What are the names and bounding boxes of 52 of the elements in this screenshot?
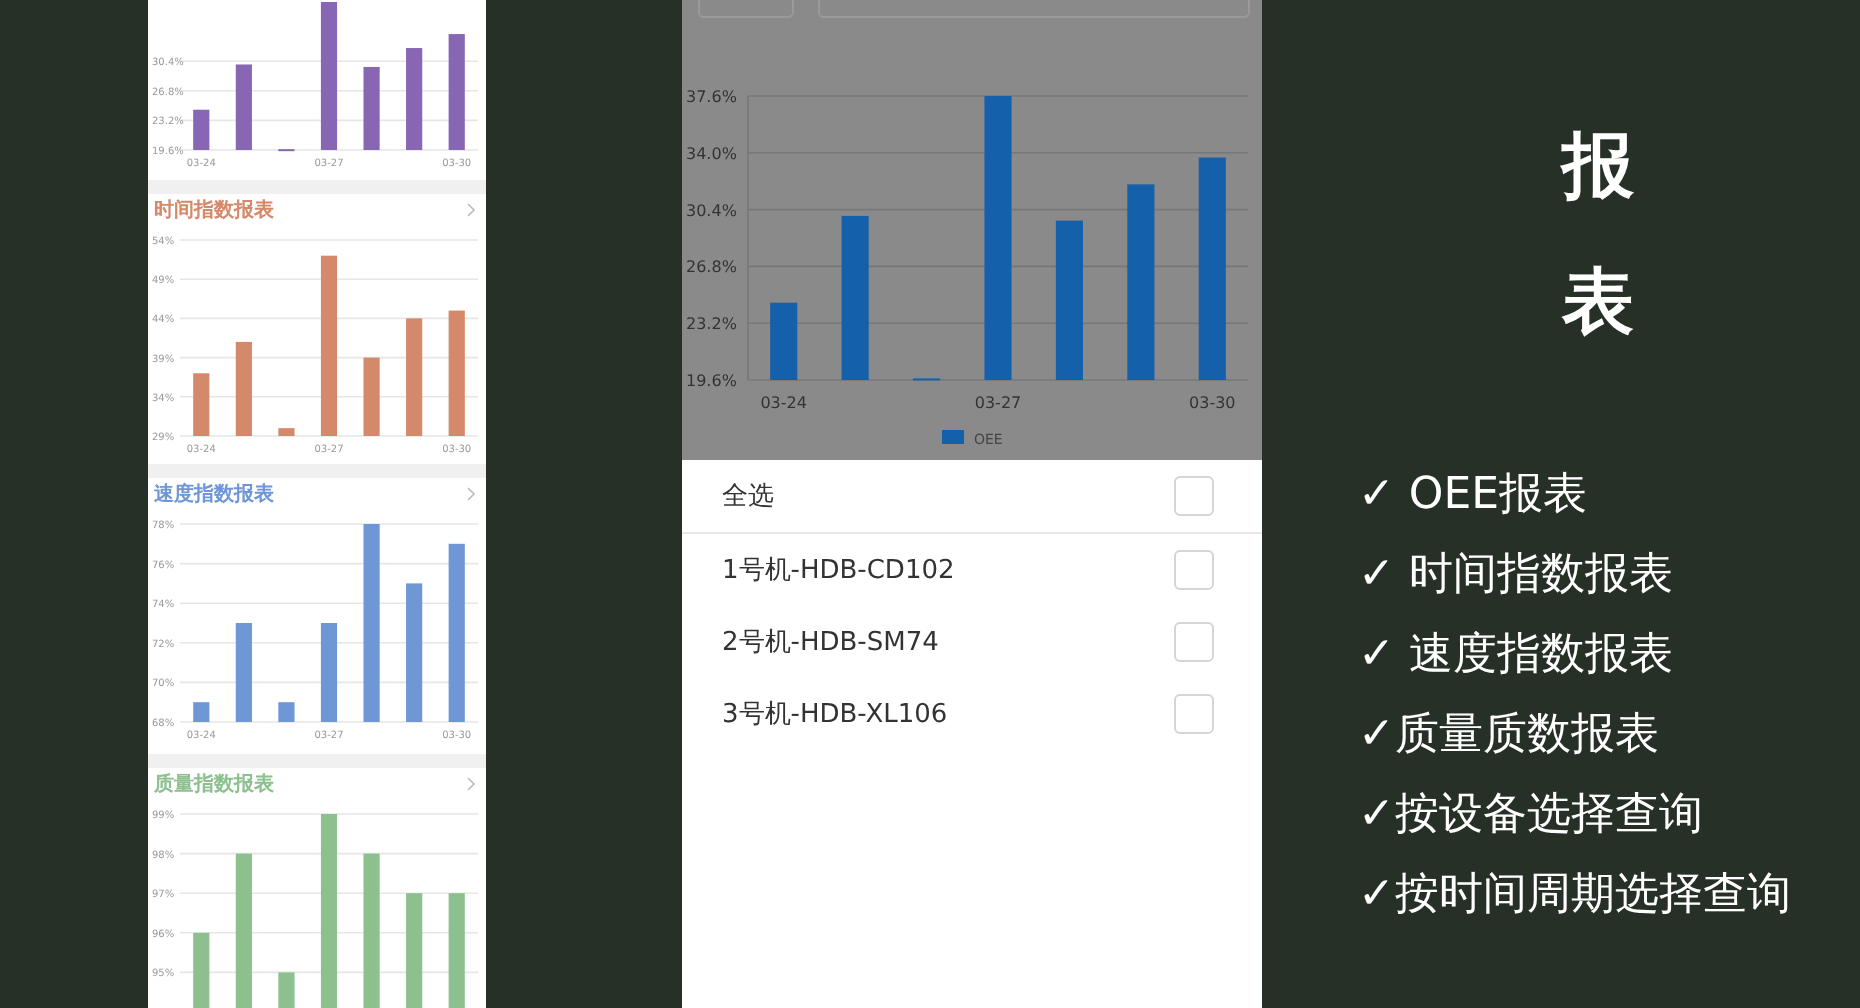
card-title: 速度指数报表: [154, 480, 274, 508]
checkbox[interactable]: [1174, 694, 1214, 734]
bar: [193, 373, 210, 436]
axis-label: 03-30: [1189, 394, 1236, 412]
select-all-label: 全选: [722, 480, 774, 514]
device-label: 1号机-HDB-CD102: [722, 554, 955, 588]
bar: [235, 623, 252, 722]
bar: [193, 109, 210, 150]
heading: 报表: [1562, 124, 1634, 349]
feature-item: ✓ 速度指数报表: [1358, 627, 1675, 684]
axis-label: 37.6%: [686, 88, 737, 106]
axis-label: 30.4%: [686, 201, 737, 220]
axis-label: 26.8%: [686, 258, 737, 277]
chevron-right-icon[interactable]: [466, 776, 476, 792]
bar: [320, 623, 338, 722]
feature-item: ✓ OEE报表: [1358, 467, 1590, 524]
bar: [448, 34, 465, 150]
card-title: 时间指数报表: [154, 197, 274, 224]
feature-item: ✓按设备选择查询: [1358, 787, 1705, 844]
bar: [406, 318, 423, 436]
bar: [278, 428, 295, 436]
bar: [406, 583, 423, 722]
bar: [448, 310, 465, 436]
legend-swatch: [942, 430, 964, 444]
chevron-right-icon[interactable]: [466, 202, 476, 218]
axis-label: 19.6%: [686, 372, 737, 390]
axis-label: 03-24: [760, 394, 807, 412]
bar: [406, 48, 423, 150]
bar: [363, 357, 380, 436]
chevron-right-icon[interactable]: [466, 486, 476, 502]
checkbox[interactable]: [1174, 550, 1214, 590]
checkbox[interactable]: [1174, 622, 1214, 662]
bar: [193, 702, 210, 722]
bar: [770, 302, 798, 380]
bar: [448, 893, 465, 1008]
bar: [235, 64, 252, 150]
device-label: 3号机-HDB-XL106: [722, 698, 948, 732]
bar: [278, 702, 295, 722]
feature-item: ✓按时间周期选择查询: [1358, 867, 1793, 924]
bar: [406, 893, 423, 1008]
axis-label: 34.0%: [686, 144, 737, 163]
feature-item: ✓质量质数报表: [1358, 707, 1661, 764]
bar: [235, 341, 252, 436]
feature-item: ✓ 时间指数报表: [1358, 547, 1675, 604]
bar: [193, 932, 210, 1008]
bar: [363, 66, 380, 150]
device-label: 2号机-HDB-SM74: [722, 626, 939, 660]
axis-label: 23.2%: [686, 315, 737, 334]
bar: [278, 972, 295, 1008]
checkbox[interactable]: [1174, 476, 1214, 516]
card-title: 质量指数报表: [154, 771, 274, 798]
axis-label: 03-27: [974, 394, 1022, 412]
